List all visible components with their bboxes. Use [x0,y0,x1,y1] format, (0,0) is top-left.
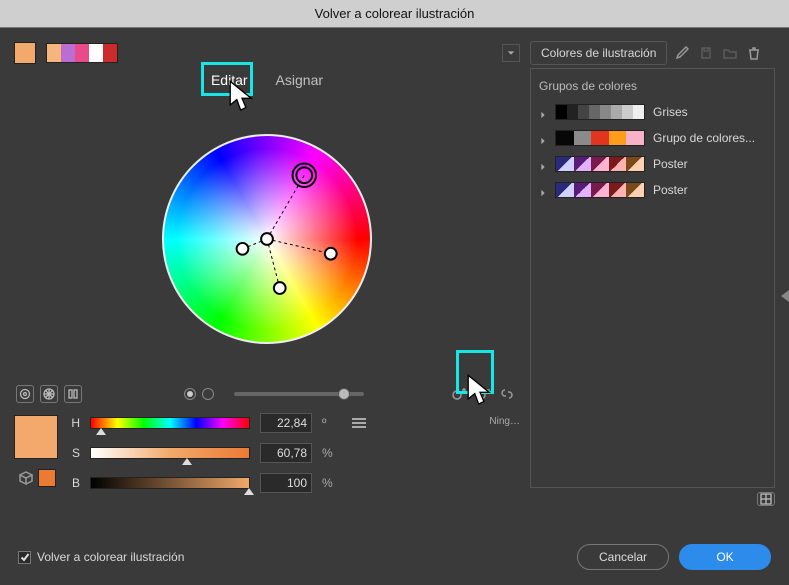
chevron-right-icon [539,134,547,142]
illustration-colors-button[interactable]: Colores de ilustración [530,41,667,65]
color-group-row[interactable]: Grupo de colores... [539,125,766,151]
remove-color-icon[interactable] [474,385,492,403]
trash-icon[interactable] [745,44,763,62]
brightness-mode-a[interactable] [184,388,196,400]
storage-grid-icon[interactable] [757,492,775,506]
hsb-menu-icon[interactable] [352,416,366,430]
chevron-right-icon [539,160,547,168]
chevron-right-icon [539,186,547,194]
recolor-artwork-label: Volver a colorear ilustración [37,550,184,564]
hsb-panel: H 22,84 º S 60,78 % B [14,413,520,493]
saturation-value[interactable]: 60,78 [260,443,312,463]
color-group-label: Grupo de colores... [653,131,766,145]
color-group-label: Grises [653,105,766,119]
color-group-ramp [555,182,645,198]
brightness-slider-hsb[interactable] [90,477,250,489]
folder-icon[interactable] [721,44,739,62]
save-group-icon[interactable] [697,44,715,62]
link-tooltip: Ning… [489,416,520,427]
tab-edit[interactable]: Editar [211,72,248,88]
saturation-slider[interactable] [90,447,250,459]
tab-assign[interactable]: Asignar [276,72,323,88]
panel-collapse-handle[interactable] [781,290,789,302]
color-group-row[interactable]: Poster [539,151,766,177]
saturation-unit: % [322,446,336,460]
add-color-icon[interactable] [450,385,468,403]
color-group-label: Poster [653,183,766,197]
color-wheel-area [14,96,520,381]
color-group-row[interactable]: Grises [539,99,766,125]
cancel-button[interactable]: Cancelar [577,544,669,570]
eyedropper-icon[interactable] [673,44,691,62]
color-group-label: Poster [653,157,766,171]
hue-unit: º [322,416,336,430]
color-wheel[interactable] [162,134,372,344]
color-group-row[interactable]: Poster [539,177,766,203]
bars-view-icon[interactable] [64,385,82,403]
h-label: H [68,416,80,430]
illustration-colors-label: Colores de ilustración [541,46,656,60]
color-group-ramp [555,156,645,172]
dialog-footer: Volver a colorear ilustración Cancelar O… [0,529,789,585]
color-groups-header: Grupos de colores [539,79,766,93]
hue-value[interactable]: 22,84 [260,413,312,433]
color-group-ramp [555,130,645,146]
wheel-overlay [164,136,370,342]
result-color-swatch[interactable] [14,415,58,459]
mode-tabs: Editar Asignar [14,68,520,96]
hue-slider[interactable] [90,417,250,429]
brightness-unit: % [322,476,336,490]
s-label: S [68,446,80,460]
preset-dropdown[interactable] [502,44,520,62]
wheel-toolbar: Ning… [14,381,520,413]
brightness-slider[interactable] [234,392,364,396]
top-strip [14,38,520,68]
chevron-right-icon [539,108,547,116]
window-title: Volver a colorear ilustración [0,0,789,28]
brightness-mode-b[interactable] [202,388,214,400]
color-group-ramp [555,104,645,120]
ok-button[interactable]: OK [679,544,771,570]
color-groups-panel: Grupos de colores Grises Grupo de colores… [530,68,775,488]
link-harmony-icon[interactable] [498,385,516,403]
websafe-color-swatch[interactable] [38,469,56,487]
b-label: B [68,476,80,490]
recolor-artwork-checkbox[interactable] [18,551,31,564]
smooth-wheel-icon[interactable] [16,385,34,403]
cube-icon [17,469,35,487]
color-group-swatches[interactable] [46,43,118,63]
segmented-wheel-icon[interactable] [40,385,58,403]
brightness-value[interactable]: 100 [260,473,312,493]
active-color-swatch[interactable] [14,42,36,64]
